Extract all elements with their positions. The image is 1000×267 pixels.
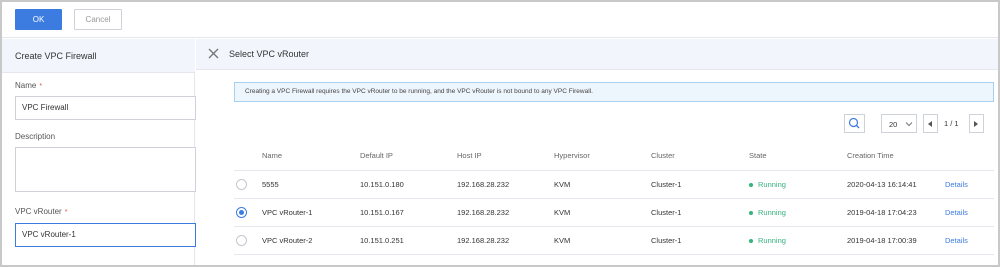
col-select — [234, 142, 262, 171]
create-vpc-firewall-panel: Create VPC Firewall Name * VPC Firewall D… — [2, 39, 196, 265]
name-label: Name * — [15, 81, 42, 90]
cell-cluster: Cluster-1 — [651, 170, 749, 199]
details-link[interactable]: Details — [945, 236, 968, 245]
cell-default-ip: 10.151.0.180 — [360, 170, 457, 199]
cell-hypervisor: KVM — [554, 226, 651, 255]
vrouter-table: Name Default IP Host IP Hypervisor Clust… — [234, 142, 994, 255]
description-label: Description — [15, 132, 56, 141]
name-label-text: Name — [15, 81, 37, 90]
page-size-value: 20 — [889, 120, 898, 129]
cell-hypervisor: KVM — [554, 198, 651, 227]
required-mark: * — [39, 83, 43, 90]
search-icon — [848, 117, 860, 129]
col-name: Name — [262, 142, 360, 171]
required-mark: * — [64, 209, 68, 216]
col-creation-time: Creation Time — [847, 142, 945, 171]
col-hypervisor: Hypervisor — [554, 142, 651, 171]
chevron-down-icon — [905, 122, 913, 127]
panel-header: Create VPC Firewall — [2, 39, 195, 73]
details-link[interactable]: Details — [945, 180, 968, 189]
cell-state: Running — [749, 170, 847, 199]
info-banner: Creating a VPC Firewall requires the VPC… — [234, 82, 994, 102]
next-page-button[interactable] — [969, 114, 984, 133]
panel-title: Select VPC vRouter — [229, 49, 310, 59]
ok-button[interactable]: OK — [15, 9, 62, 30]
cell-creation-time: 2019-04-18 17:04:23 — [847, 198, 945, 227]
page-indicator: 1 / 1 — [944, 119, 959, 128]
cell-default-ip: 10.151.0.167 — [360, 198, 457, 227]
table-row[interactable]: VPC vRouter-2 10.151.0.251 192.168.28.23… — [234, 226, 994, 255]
prev-page-icon — [928, 121, 932, 127]
search-button[interactable] — [844, 114, 865, 133]
cell-creation-time: 2020-04-13 16:14:41 — [847, 170, 945, 199]
cell-hypervisor: KVM — [554, 170, 651, 199]
col-cluster: Cluster — [651, 142, 749, 171]
cell-name: VPC vRouter-2 — [262, 226, 360, 255]
prev-page-button[interactable] — [923, 114, 938, 133]
vrouter-label-text: VPC vRouter — [15, 207, 62, 216]
name-input[interactable]: VPC Firewall — [15, 96, 196, 120]
cell-state: Running — [749, 198, 847, 227]
table-row[interactable]: VPC vRouter-1 10.151.0.167 192.168.28.23… — [234, 198, 994, 227]
state-text: Running — [758, 207, 786, 217]
state-text: Running — [758, 179, 786, 189]
cell-default-ip: 10.151.0.251 — [360, 226, 457, 255]
row-radio[interactable] — [236, 234, 247, 246]
panel-header: Select VPC vRouter — [196, 39, 998, 70]
row-radio[interactable] — [236, 206, 247, 218]
top-toolbar: OK Cancel — [2, 2, 998, 38]
select-vrouter-panel: Select VPC vRouter Creating a VPC Firewa… — [196, 39, 998, 265]
cell-creation-time: 2019-04-18 17:00:39 — [847, 226, 945, 255]
cell-host-ip: 192.168.28.232 — [457, 198, 554, 227]
cell-state: Running — [749, 226, 847, 255]
panel-title: Create VPC Firewall — [15, 51, 97, 61]
table-header-row: Name Default IP Host IP Hypervisor Clust… — [234, 142, 994, 171]
status-dot — [749, 210, 753, 215]
state-text: Running — [758, 235, 786, 245]
col-action — [945, 142, 994, 171]
col-default-ip: Default IP — [360, 142, 457, 171]
status-dot — [749, 238, 753, 243]
vrouter-label: VPC vRouter * — [15, 207, 67, 216]
next-page-icon — [974, 121, 978, 127]
cell-cluster: Cluster-1 — [651, 198, 749, 227]
cell-host-ip: 192.168.28.232 — [457, 226, 554, 255]
table-row[interactable]: 5555 10.151.0.180 192.168.28.232 KVM Clu… — [234, 170, 994, 199]
cell-host-ip: 192.168.28.232 — [457, 170, 554, 199]
cell-name: VPC vRouter-1 — [262, 198, 360, 227]
description-textarea[interactable] — [15, 147, 196, 192]
cell-cluster: Cluster-1 — [651, 226, 749, 255]
col-host-ip: Host IP — [457, 142, 554, 171]
row-radio[interactable] — [236, 178, 247, 190]
cell-name: 5555 — [262, 170, 360, 199]
details-link[interactable]: Details — [945, 208, 968, 217]
col-state: State — [749, 142, 847, 171]
close-icon[interactable] — [208, 48, 219, 59]
cancel-button[interactable]: Cancel — [74, 9, 122, 30]
status-dot — [749, 182, 753, 187]
vrouter-input[interactable]: VPC vRouter-1 — [15, 223, 196, 247]
page-size-select[interactable]: 20 — [881, 114, 917, 133]
